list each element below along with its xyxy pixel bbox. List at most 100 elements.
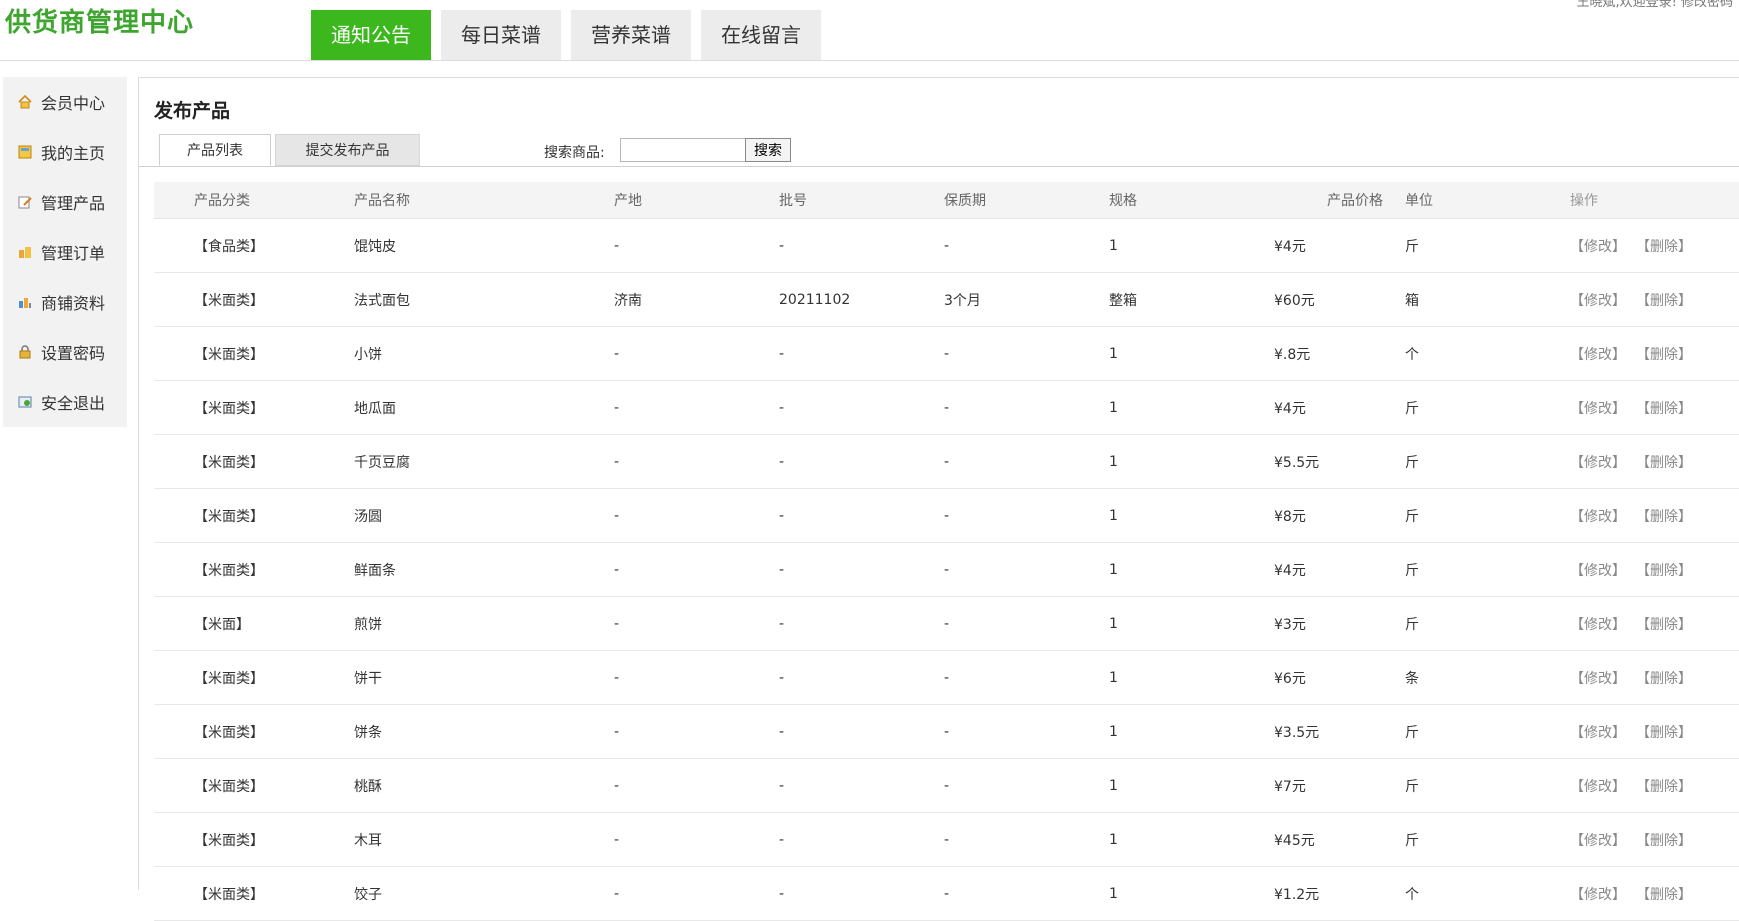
cell-batch: - xyxy=(779,507,785,524)
nav-tab-notice[interactable]: 通知公告 xyxy=(311,10,431,60)
cell-shelf-life: - xyxy=(944,885,950,902)
delete-link[interactable]: 【删除】 xyxy=(1636,452,1692,472)
cell-price: ¥3元 xyxy=(1274,616,1306,633)
shop-icon xyxy=(16,293,34,311)
delete-link[interactable]: 【删除】 xyxy=(1636,506,1692,526)
cell-unit: 条 xyxy=(1405,670,1419,687)
sidebar-item-set-password[interactable]: 设置密码 xyxy=(3,327,127,377)
sidebar-item-label: 商铺资料 xyxy=(41,294,106,313)
sidebar-item-member-center[interactable]: 会员中心 xyxy=(3,77,127,127)
sidebar-item-shop-info[interactable]: 商铺资料 xyxy=(3,277,127,327)
cell-origin: - xyxy=(614,507,620,524)
delete-link[interactable]: 【删除】 xyxy=(1636,344,1692,364)
cell-origin: - xyxy=(614,237,620,254)
edit-icon xyxy=(16,193,34,211)
sidebar-item-label: 我的主页 xyxy=(41,144,106,163)
table-row: 【米面类】 汤圆 - - - 1 ¥8元 斤 【修改】 【删除】 xyxy=(154,489,1739,543)
cell-batch: - xyxy=(779,615,785,632)
table-row: 【米面类】 法式面包 济南 20211102 3个月 整箱 ¥60元 箱 【修改】 【删除】 xyxy=(154,273,1739,327)
tab-product-list[interactable]: 产品列表 xyxy=(159,134,271,166)
edit-link[interactable]: 【修改】 xyxy=(1570,452,1626,472)
delete-link[interactable]: 【删除】 xyxy=(1636,776,1692,796)
cell-shelf-life: - xyxy=(944,669,950,686)
cell-spec: 1 xyxy=(1109,669,1118,686)
table-row: 【米面类】 饼条 - - - 1 ¥3.5元 斤 【修改】 【删除】 xyxy=(154,705,1739,759)
cell-origin: - xyxy=(614,345,620,362)
cell-name: 饼干 xyxy=(354,670,382,687)
delete-link[interactable]: 【删除】 xyxy=(1636,236,1692,256)
cell-actions: 【修改】 【删除】 xyxy=(1570,489,1739,542)
cell-spec: 1 xyxy=(1109,507,1118,524)
cell-price: ¥6元 xyxy=(1274,670,1306,687)
edit-link[interactable]: 【修改】 xyxy=(1570,776,1626,796)
delete-link[interactable]: 【删除】 xyxy=(1636,614,1692,634)
cell-batch: 20211102 xyxy=(779,291,851,308)
cell-shelf-life: - xyxy=(944,561,950,578)
cell-name: 小饼 xyxy=(354,346,382,363)
table-row: 【米面类】 饺子 - - - 1 ¥1.2元 个 【修改】 【删除】 xyxy=(154,867,1739,921)
cell-price: ¥45元 xyxy=(1274,832,1315,849)
sidebar-item-manage-orders[interactable]: 管理订单 xyxy=(3,227,127,277)
cell-origin: 济南 xyxy=(614,292,642,309)
cell-price: ¥4元 xyxy=(1274,238,1306,255)
edit-link[interactable]: 【修改】 xyxy=(1570,398,1626,418)
cell-batch: - xyxy=(779,561,785,578)
header-category: 产品分类 xyxy=(194,193,250,209)
home-icon xyxy=(16,93,34,111)
edit-link[interactable]: 【修改】 xyxy=(1570,830,1626,850)
order-icon xyxy=(16,243,34,261)
cell-batch: - xyxy=(779,831,785,848)
edit-link[interactable]: 【修改】 xyxy=(1570,884,1626,904)
cell-actions: 【修改】 【删除】 xyxy=(1570,273,1739,326)
header: 供货商管理中心 王晓斌,欢迎登录! 修改密码 通知公告 每日菜谱 营养菜谱 在线… xyxy=(0,0,1739,61)
edit-link[interactable]: 【修改】 xyxy=(1570,506,1626,526)
delete-link[interactable]: 【删除】 xyxy=(1636,668,1692,688)
search-button[interactable]: 搜索 xyxy=(745,138,791,162)
delete-link[interactable]: 【删除】 xyxy=(1636,290,1692,310)
cell-category: 【米面类】 xyxy=(194,562,264,579)
cell-category: 【米面类】 xyxy=(194,670,264,687)
sidebar-item-logout[interactable]: 安全退出 xyxy=(3,377,127,427)
sidebar-item-label: 安全退出 xyxy=(41,394,106,413)
cell-category: 【米面类】 xyxy=(194,886,264,903)
edit-link[interactable]: 【修改】 xyxy=(1570,668,1626,688)
user-greeting[interactable]: 王晓斌,欢迎登录! 修改密码 xyxy=(1577,0,1733,10)
header-shelf-life: 保质期 xyxy=(944,193,986,209)
cell-unit: 斤 xyxy=(1405,508,1419,525)
edit-link[interactable]: 【修改】 xyxy=(1570,344,1626,364)
nav-tab-daily-menu[interactable]: 每日菜谱 xyxy=(441,10,561,60)
cell-price: ¥60元 xyxy=(1274,292,1315,309)
cell-unit: 箱 xyxy=(1405,292,1419,309)
cell-shelf-life: - xyxy=(944,615,950,632)
edit-link[interactable]: 【修改】 xyxy=(1570,236,1626,256)
cell-name: 汤圆 xyxy=(354,508,382,525)
cell-name: 鲜面条 xyxy=(354,562,396,579)
table-row: 【米面类】 千页豆腐 - - - 1 ¥5.5元 斤 【修改】 【删除】 xyxy=(154,435,1739,489)
table-row: 【米面】 煎饼 - - - 1 ¥3元 斤 【修改】 【删除】 xyxy=(154,597,1739,651)
cell-batch: - xyxy=(779,885,785,902)
delete-link[interactable]: 【删除】 xyxy=(1636,884,1692,904)
sidebar-item-manage-products[interactable]: 管理产品 xyxy=(3,177,127,227)
delete-link[interactable]: 【删除】 xyxy=(1636,560,1692,580)
delete-link[interactable]: 【删除】 xyxy=(1636,722,1692,742)
delete-link[interactable]: 【删除】 xyxy=(1636,830,1692,850)
cell-actions: 【修改】 【删除】 xyxy=(1570,543,1739,596)
cell-batch: - xyxy=(779,237,785,254)
cell-unit: 斤 xyxy=(1405,778,1419,795)
sidebar-item-label: 设置密码 xyxy=(41,344,106,363)
sidebar-item-label: 会员中心 xyxy=(41,94,106,113)
edit-link[interactable]: 【修改】 xyxy=(1570,290,1626,310)
nav-tab-nutrition-menu[interactable]: 营养菜谱 xyxy=(571,10,691,60)
edit-link[interactable]: 【修改】 xyxy=(1570,722,1626,742)
sidebar-item-label: 管理产品 xyxy=(41,194,106,213)
sub-tab-bar: 产品列表 提交发布产品 xyxy=(139,134,1739,167)
nav-tab-message[interactable]: 在线留言 xyxy=(701,10,821,60)
delete-link[interactable]: 【删除】 xyxy=(1636,398,1692,418)
table-header: 产品分类 产品名称 产地 批号 保质期 规格 产品价格 单位 操作 xyxy=(154,182,1739,219)
tab-submit-product[interactable]: 提交发布产品 xyxy=(275,134,420,166)
edit-link[interactable]: 【修改】 xyxy=(1570,560,1626,580)
sidebar-item-my-home[interactable]: 我的主页 xyxy=(3,127,127,177)
cell-category: 【食品类】 xyxy=(194,238,264,255)
cell-shelf-life: - xyxy=(944,831,950,848)
edit-link[interactable]: 【修改】 xyxy=(1570,614,1626,634)
